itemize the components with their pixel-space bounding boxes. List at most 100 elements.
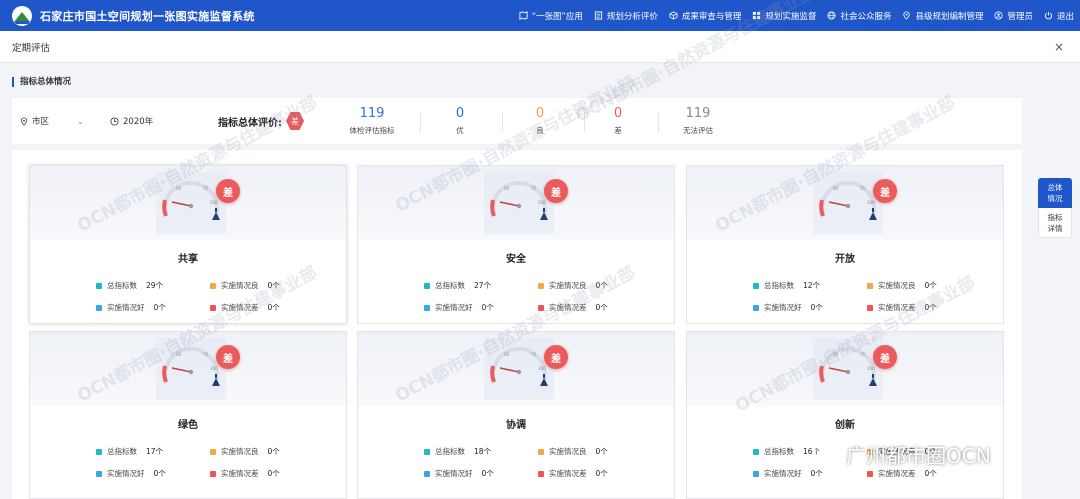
legend-square: [424, 282, 430, 289]
legend-square: [753, 304, 759, 311]
legend-square: [210, 304, 216, 311]
stat-value: 0: [613, 106, 623, 121]
gauge-tick-label: 100: [538, 366, 546, 371]
gauge-tick-label: 75: [531, 186, 537, 191]
legend-square: [753, 470, 759, 477]
stat-poor: 0 差: [588, 106, 648, 136]
stat-total: 119 体检评估指标: [332, 106, 412, 136]
gauge-tick-label: 100: [210, 200, 218, 205]
metric-good: 实施情况良 0个: [210, 280, 280, 291]
divider: [658, 112, 659, 132]
nav-public[interactable]: 社会公众服务: [827, 10, 891, 22]
sub-header: 定期评估 ×: [0, 31, 1080, 63]
gauge-icon: 50 75 100: [156, 338, 226, 400]
gauge-tick-label: 75: [531, 352, 537, 357]
gauge-tick-label: 75: [860, 186, 866, 191]
indicator-card[interactable]: 50 75 100 差 绿色 总指标数 17个 实施情况良 0个 实施情况好 0…: [29, 331, 347, 499]
stat-label: 体检评估指标: [349, 126, 395, 135]
legend-square: [867, 304, 873, 311]
metric-fine: 实施情况好 0个: [424, 468, 494, 479]
chevron-down-icon: ⌄: [77, 116, 84, 126]
section-title: 指标总体情况: [12, 77, 71, 87]
grade-badge: 差: [216, 179, 240, 203]
top-bar: 石家庄市国土空间规划一张图实施监督系统 “一张图”应用 规划分析评价 成果审查与…: [0, 0, 1080, 31]
nav-analysis[interactable]: 规划分析评价: [594, 10, 658, 22]
metric-poor: 实施情况差 0个: [538, 302, 608, 313]
card-illustration: 50 75 100 差: [30, 166, 346, 240]
metric-fine: 实施情况好 0个: [424, 302, 494, 313]
legend-square: [210, 470, 216, 477]
indicator-card[interactable]: 50 75 100 差 协调 总指标数 18个 实施情况良 0个 实施情况好 0…: [357, 331, 675, 499]
user-icon: [994, 11, 1003, 20]
legend-square: [867, 448, 873, 455]
metric-fine: 实施情况好 0个: [96, 468, 166, 479]
stat-excellent: 0 优: [430, 106, 490, 136]
side-tabs: 总体 情况 指标 详情: [1038, 178, 1072, 238]
legend-square: [424, 304, 430, 311]
metric-poor: 实施情况差 0个: [867, 468, 937, 479]
legend-square: [96, 470, 102, 477]
metric-good: 实施情况良 0个: [210, 446, 280, 457]
gauge-tick-label: 50: [504, 352, 510, 357]
metric-total: 总指标数 29个: [96, 280, 163, 291]
nav-admin[interactable]: 管理员: [994, 10, 1033, 22]
nav-county[interactable]: 县级规划编制管理: [902, 10, 983, 22]
card-illustration: 50 75 100 差: [687, 166, 1003, 240]
metric-good: 实施情况良 0个: [538, 280, 608, 291]
grade-badge: 差: [873, 179, 897, 203]
indicator-card[interactable]: 50 75 100 差 创新 总指标数 16个 实施情况良 0个 实施情况好 0…: [686, 331, 1004, 499]
gauge-tick-label: 75: [203, 352, 209, 357]
metric-good: 实施情况良 0个: [867, 280, 937, 291]
map-icon: [519, 11, 528, 20]
gauge-tick-label: 100: [210, 366, 218, 371]
year-select[interactable]: 2020年: [110, 115, 153, 127]
gauge-tick-label: 50: [176, 186, 182, 191]
gauge-tick-label: 50: [176, 352, 182, 357]
stat-value: 119: [359, 106, 385, 121]
card-title: 开放: [835, 254, 855, 265]
grade-badge: 差: [216, 345, 240, 369]
legend-square: [96, 304, 102, 311]
overall-evaluation: 指标总体评价: 差: [218, 112, 304, 130]
close-icon[interactable]: ×: [1054, 40, 1064, 54]
main-nav: “一张图”应用 规划分析评价 成果审查与管理 规划实施监督 社会公众服务 县级规…: [519, 0, 1074, 31]
card-illustration: 50 75 100 差: [358, 166, 674, 240]
tab-overview[interactable]: 总体 情况: [1038, 178, 1072, 208]
indicator-card[interactable]: 50 75 100 差 安全 总指标数 27个 实施情况良 0个 实施情况好 0…: [357, 165, 675, 324]
stat-value: 0: [455, 106, 465, 121]
summary-panel: 市区 ⌄ 2020年 指标总体评价: 差 119 体检评估指标 0 优 0 良 …: [12, 98, 1022, 144]
legend-square: [753, 282, 759, 289]
tab-details[interactable]: 指标 详情: [1038, 208, 1072, 238]
legend-square: [867, 282, 873, 289]
nav-supervision[interactable]: 规划实施监督: [752, 10, 816, 22]
legend-square: [867, 470, 873, 477]
metric-total: 总指标数 16个: [753, 446, 820, 457]
card-title: 创新: [835, 420, 855, 431]
stat-label: 无法评估: [683, 126, 713, 135]
stat-value: 0: [535, 106, 545, 121]
document-icon: [594, 11, 603, 20]
metric-good: 实施情况良 0个: [538, 446, 608, 457]
card-title: 绿色: [178, 420, 198, 431]
cube-icon: [669, 11, 678, 20]
gauge-tick-label: 75: [860, 352, 866, 357]
region-select[interactable]: 市区 ⌄: [20, 115, 84, 127]
metric-total: 总指标数 12个: [753, 280, 820, 291]
metric-fine: 实施情况好 0个: [96, 302, 166, 313]
overall-grade-badge: 差: [286, 112, 304, 130]
legend-square: [538, 470, 544, 477]
indicator-card[interactable]: 50 75 100 差 开放 总指标数 12个 实施情况良 0个 实施情况好 0…: [686, 165, 1004, 324]
divider: [584, 112, 585, 132]
metric-poor: 实施情况差 0个: [210, 302, 280, 313]
gauge-icon: 50 75 100: [813, 338, 883, 400]
metric-fine: 实施情况好 0个: [753, 468, 823, 479]
indicator-card[interactable]: 50 75 100 差 共享 总指标数 29个 实施情况良 0个 实施情况好 0…: [29, 165, 347, 324]
app-title: 石家庄市国土空间规划一张图实施监督系统: [40, 9, 255, 23]
gauge-icon: 50 75 100: [484, 172, 554, 234]
nav-map-app[interactable]: “一张图”应用: [519, 10, 583, 22]
legend-square: [753, 448, 759, 455]
nav-review[interactable]: 成果审查与管理: [669, 10, 741, 22]
legend-square: [424, 470, 430, 477]
gauge-tick-label: 50: [833, 352, 839, 357]
nav-logout[interactable]: 退出: [1044, 10, 1074, 22]
